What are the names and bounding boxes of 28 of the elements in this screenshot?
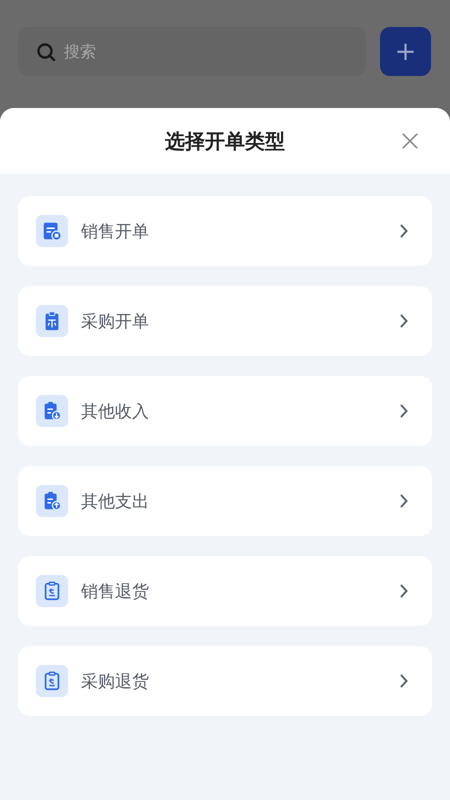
add-button[interactable]: + (380, 27, 431, 76)
option-label: 采购退货 (81, 670, 150, 692)
document-icon (36, 485, 68, 517)
chevron-right-icon (400, 404, 408, 418)
option-label: 其他收入 (81, 400, 150, 422)
option-label: 销售开单 (81, 220, 150, 242)
chevron-right-icon (400, 314, 408, 328)
chevron-right-icon (400, 224, 408, 238)
document-icon (36, 575, 68, 607)
close-icon[interactable] (401, 132, 419, 150)
sheet-title: 选择开单类型 (165, 128, 285, 154)
option-label: 采购开单 (81, 310, 150, 332)
option-label: 其他支出 (81, 490, 150, 512)
option-card[interactable]: 销售退货 (18, 556, 432, 626)
option-card[interactable]: 销售开单 (18, 196, 432, 266)
document-icon (36, 665, 68, 697)
document-icon (36, 215, 68, 247)
option-card[interactable]: 其他支出 (18, 466, 432, 536)
search-field[interactable]: 搜索 (18, 27, 366, 76)
document-icon (36, 305, 68, 337)
option-card[interactable]: 采购退货 (18, 646, 432, 716)
chevron-right-icon (400, 584, 408, 598)
chevron-right-icon (400, 494, 408, 508)
option-card[interactable]: 采购开单 (18, 286, 432, 356)
chevron-right-icon (400, 674, 408, 688)
option-label: 销售退货 (81, 580, 150, 602)
option-card[interactable]: 其他收入 (18, 376, 432, 446)
document-icon (36, 395, 68, 427)
